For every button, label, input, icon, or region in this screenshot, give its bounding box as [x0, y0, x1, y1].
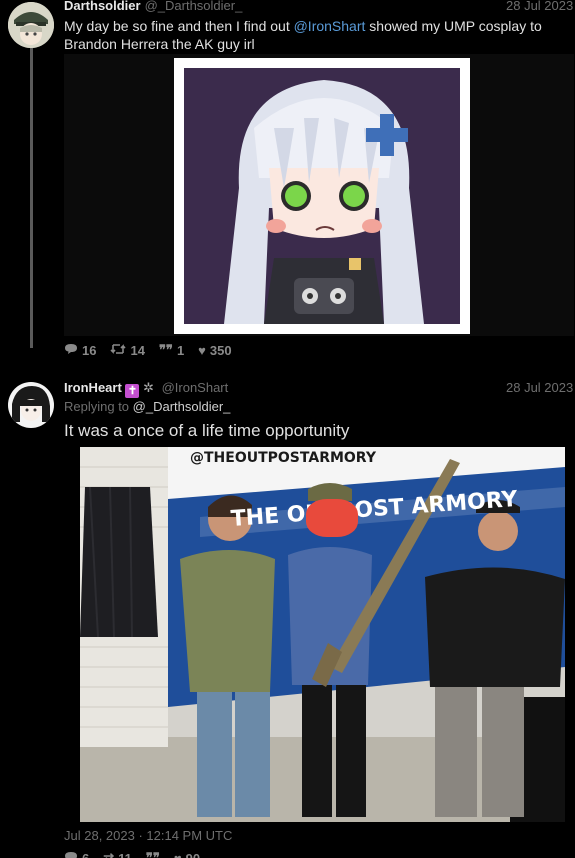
photo-caption: @THEOUTPOSTARMORY [190, 450, 376, 466]
tweet-timestamp[interactable]: Jul 28, 2023 · 12:14 PM UTC [64, 828, 232, 843]
cross-emoji-icon: ✝ [125, 384, 140, 398]
reply-stat[interactable]: 16 [64, 343, 96, 358]
comment-icon [64, 851, 78, 858]
avatar-darthsoldier-icon [8, 2, 54, 48]
like-count: 350 [209, 342, 232, 358]
tweet-text: It was a once of a life time opportunity [64, 421, 350, 440]
heart-icon: ♥ [198, 342, 206, 358]
quote-stat[interactable]: ❞❞ [146, 850, 160, 858]
retweet-count: 14 [130, 342, 145, 358]
heart-icon: ♥ [173, 850, 182, 858]
retweet-icon [110, 343, 127, 358]
mention-link[interactable]: @IronShart [294, 18, 366, 34]
author-display-name[interactable]: Darthsoldier [64, 0, 141, 13]
sparkle-icon: ✲ [143, 380, 154, 395]
tweet-text: My day be so fine and then I find out @I… [64, 17, 564, 53]
avatar[interactable] [8, 382, 54, 428]
comment-icon [64, 343, 78, 358]
retweet-stat[interactable]: 14 [110, 342, 145, 358]
tweet-date[interactable]: 28 Jul 2023 [506, 0, 573, 13]
quote-count: 1 [176, 342, 185, 358]
author-handle[interactable]: @_Darthsoldier_ [145, 0, 243, 13]
tweet-media[interactable] [64, 54, 574, 336]
tweet-text-part: My day be so fine and then I find out [64, 18, 294, 34]
tweet-media[interactable]: @THEOUTPOSTARMORY THE OUTPOST ARMORY [80, 447, 565, 822]
redaction-mark [306, 499, 358, 537]
tweet-date[interactable]: 28 Jul 2023 [506, 380, 573, 395]
thread-connector-line [30, 48, 33, 348]
anime-emote-image [184, 68, 460, 324]
author-name[interactable]: Darthsoldier @_Darthsoldier_ [64, 0, 242, 13]
quote-stat[interactable]: ❞❞ 1 [159, 342, 184, 358]
reply-stat[interactable]: 6 [64, 851, 89, 858]
like-count: 90 [185, 850, 201, 858]
image-frame [174, 58, 470, 334]
anime-girl-illustration-icon [184, 68, 460, 324]
author-handle[interactable]: @IronShart [162, 380, 229, 395]
retweet-icon: ⇄ [103, 850, 115, 858]
replying-prefix: Replying to [64, 399, 133, 414]
reply-count: 16 [82, 342, 97, 358]
replying-to-link[interactable]: @_Darthsoldier_ [133, 399, 231, 414]
like-stat[interactable]: ♥ 350 [198, 343, 231, 358]
quote-icon: ❞❞ [145, 850, 160, 858]
tweet-stats: 16 14 ❞❞ 1 ♥ 350 [64, 342, 232, 358]
author-display-name[interactable]: IronHeart [64, 380, 122, 395]
replying-to: Replying to @_Darthsoldier_ [64, 399, 230, 414]
reply-count: 6 [82, 850, 90, 858]
avatar-ironheart-icon [8, 382, 54, 428]
like-stat[interactable]: ♥ 90 [174, 851, 200, 858]
quote-icon: ❞❞ [158, 342, 173, 357]
avatar[interactable] [8, 2, 54, 48]
retweet-stat[interactable]: ⇄ 11 [103, 850, 132, 858]
retweet-count: 11 [118, 850, 132, 858]
author-name[interactable]: IronHeart ✝ ✲ @IronShart [64, 380, 228, 398]
tweet-stats: 6 ⇄ 11 ❞❞ ♥ 90 [64, 850, 200, 858]
